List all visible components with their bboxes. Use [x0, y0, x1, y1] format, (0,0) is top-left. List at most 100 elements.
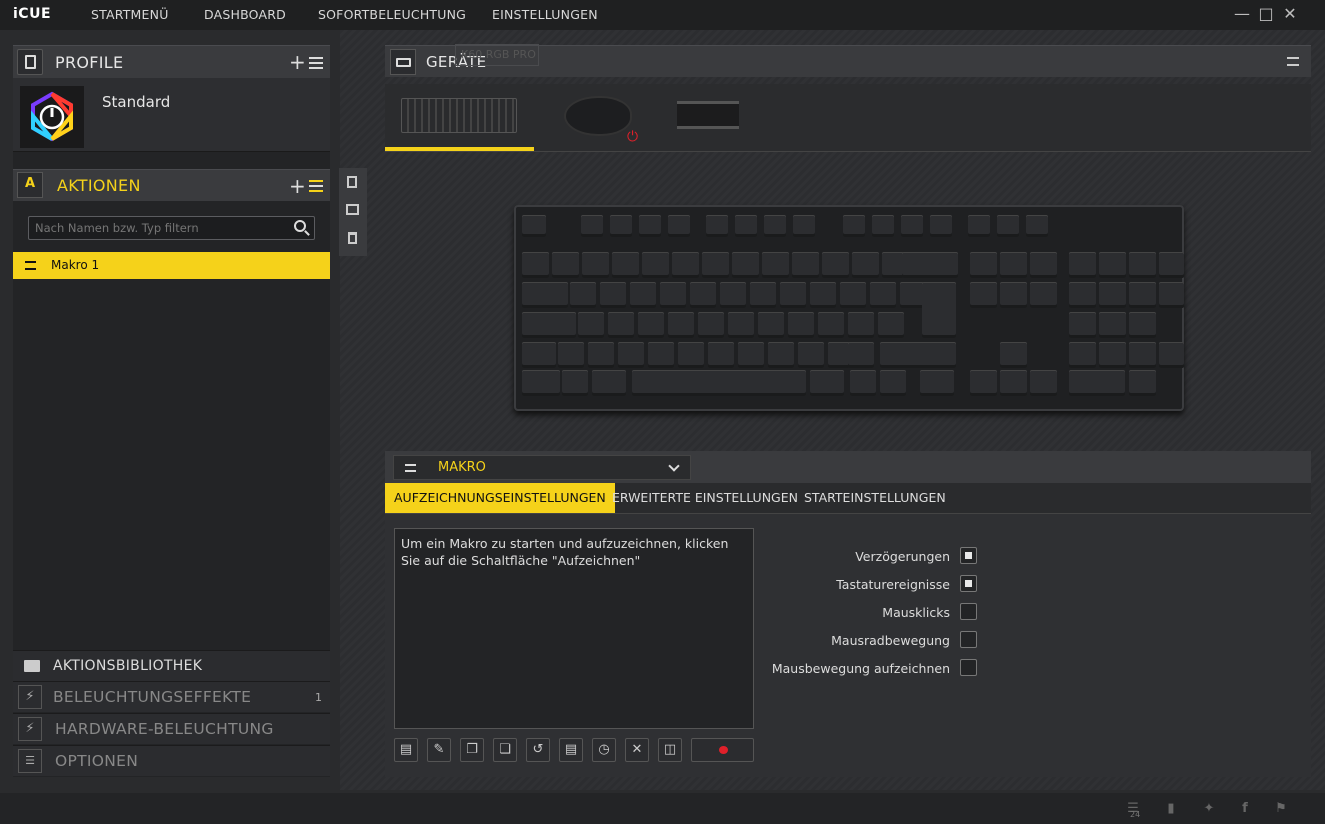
keyboard-key[interactable] [848, 312, 874, 338]
tab-advanced-settings[interactable]: ERWEITERTE EINSTELLUNGEN [603, 483, 807, 513]
keyboard-key[interactable] [612, 252, 639, 278]
keyboard-key[interactable] [522, 282, 568, 308]
keyboard-key[interactable] [818, 312, 844, 338]
keyboard-key[interactable] [578, 312, 604, 338]
section-options[interactable]: ☰ OPTIONEN [13, 745, 330, 776]
keyboard-key[interactable] [588, 342, 614, 368]
add-action-icon[interactable]: + [289, 176, 306, 196]
keyboard-key[interactable] [880, 342, 956, 368]
keyboard-key[interactable] [592, 370, 626, 396]
section-lighting-effects[interactable]: ⚡ BELEUCHTUNGSEFFEKTE 1 [13, 681, 330, 712]
tab-recording-settings[interactable]: AUFZEICHNUNGSEINSTELLUNGEN [385, 483, 615, 513]
import-icon[interactable] [346, 204, 359, 215]
nav-instant-lighting[interactable]: SOFORTBELEUCHTUNG [318, 7, 466, 22]
keyboard-key[interactable] [642, 252, 669, 278]
keyboard-key[interactable] [1000, 282, 1027, 308]
twitter-icon[interactable]: ✦ [1200, 800, 1218, 818]
keyboard-key[interactable] [630, 282, 656, 308]
keyboard-key[interactable] [997, 215, 1019, 237]
actions-menu-icon[interactable] [309, 180, 323, 192]
keyboard-key[interactable] [1030, 282, 1057, 308]
device-keyboard[interactable] [401, 98, 517, 133]
keyboard-key[interactable] [582, 252, 609, 278]
keyboard-key[interactable] [668, 312, 694, 338]
keyboard-key[interactable] [901, 215, 923, 237]
keyboard-key[interactable] [738, 342, 764, 368]
keyboard-key[interactable] [698, 312, 724, 338]
keyboard-key[interactable] [600, 282, 626, 308]
keyboard-key[interactable] [1129, 370, 1156, 396]
keyboard-key[interactable] [1026, 215, 1048, 237]
macro-recording-area[interactable]: Um ein Makro zu starten und aufzuzeichne… [394, 528, 754, 729]
keyboard-key[interactable] [843, 215, 865, 237]
keyboard-key[interactable] [660, 282, 686, 308]
keyboard-key[interactable] [850, 370, 876, 396]
nav-startmenu[interactable]: STARTMENÜ [91, 7, 169, 22]
keyboard-key[interactable] [1159, 252, 1184, 278]
copy-icon[interactable] [347, 176, 357, 188]
keyboard-key[interactable] [735, 215, 757, 237]
keyboard-key[interactable] [1099, 312, 1126, 338]
undo-icon[interactable]: ↺ [526, 738, 550, 762]
keyboard-key[interactable] [968, 215, 990, 237]
action-filter-field[interactable] [28, 216, 315, 240]
keyboard-key[interactable] [878, 312, 904, 338]
keyboard-key[interactable] [970, 282, 997, 308]
keyboard-key-enter[interactable] [922, 282, 956, 338]
keyboard-key[interactable] [608, 312, 634, 338]
trash-icon[interactable]: ◫ [658, 738, 682, 762]
keyboard-key[interactable] [1069, 370, 1125, 396]
keyboard-key[interactable] [702, 252, 729, 278]
keyboard-key[interactable] [920, 370, 954, 396]
keyboard-key[interactable] [638, 312, 664, 338]
checkbox-delays[interactable] [960, 547, 977, 564]
keyboard-key[interactable] [632, 370, 806, 396]
keyboard-key[interactable] [1030, 370, 1057, 396]
devices-menu-icon[interactable] [1287, 57, 1299, 66]
copy-icon[interactable]: ❐ [460, 738, 484, 762]
keyboard-key[interactable] [1000, 252, 1027, 278]
keyboard-key[interactable] [880, 370, 906, 396]
keyboard-key[interactable] [706, 215, 728, 237]
keyboard-key[interactable] [788, 312, 814, 338]
device-mouse[interactable] [566, 98, 630, 134]
keyboard-key[interactable] [618, 342, 644, 368]
keyboard-key[interactable] [822, 252, 849, 278]
keyboard-key[interactable] [1129, 282, 1156, 308]
keyboard-key[interactable] [768, 342, 794, 368]
keyboard-key[interactable] [1129, 312, 1156, 338]
keyboard-key[interactable] [1000, 342, 1027, 368]
keyboard-key[interactable] [852, 252, 879, 278]
keyboard-key[interactable] [610, 215, 632, 237]
keyboard-key[interactable] [780, 282, 806, 308]
keyboard-key[interactable] [810, 282, 836, 308]
record-button[interactable] [691, 738, 754, 762]
keyboard-key[interactable] [930, 215, 952, 237]
keyboard-key[interactable] [970, 370, 997, 396]
keyboard-key[interactable] [1069, 252, 1096, 278]
remove-delays-icon[interactable]: ◷ [592, 738, 616, 762]
keyboard-key[interactable] [552, 252, 579, 278]
keyboard-key[interactable] [558, 342, 584, 368]
keyboard-key[interactable] [970, 252, 997, 278]
checkbox-mouse-wheel[interactable] [960, 631, 977, 648]
keyboard-key[interactable] [764, 215, 786, 237]
keyboard-key[interactable] [1099, 282, 1126, 308]
keyboard-key[interactable] [668, 215, 690, 237]
keyboard-key[interactable] [902, 252, 958, 278]
keyboard-key[interactable] [1099, 252, 1126, 278]
action-filter-input[interactable] [29, 217, 279, 239]
keyboard-key[interactable] [750, 282, 776, 308]
edit-icon[interactable]: ✎ [427, 738, 451, 762]
keyboard-key[interactable] [1159, 342, 1184, 368]
keyboard-key[interactable] [678, 342, 704, 368]
keyboard-key[interactable] [798, 342, 824, 368]
keyboard-key[interactable] [1069, 342, 1096, 368]
insert-event-icon[interactable]: ▤ [394, 738, 418, 762]
profiles-menu-icon[interactable] [309, 57, 323, 69]
maximize-icon[interactable]: □ [1256, 4, 1276, 24]
keyboard-key[interactable] [1030, 252, 1057, 278]
keyboard-key[interactable] [562, 370, 588, 396]
keyboard-key[interactable] [639, 215, 661, 237]
delete-icon[interactable]: ✕ [625, 738, 649, 762]
